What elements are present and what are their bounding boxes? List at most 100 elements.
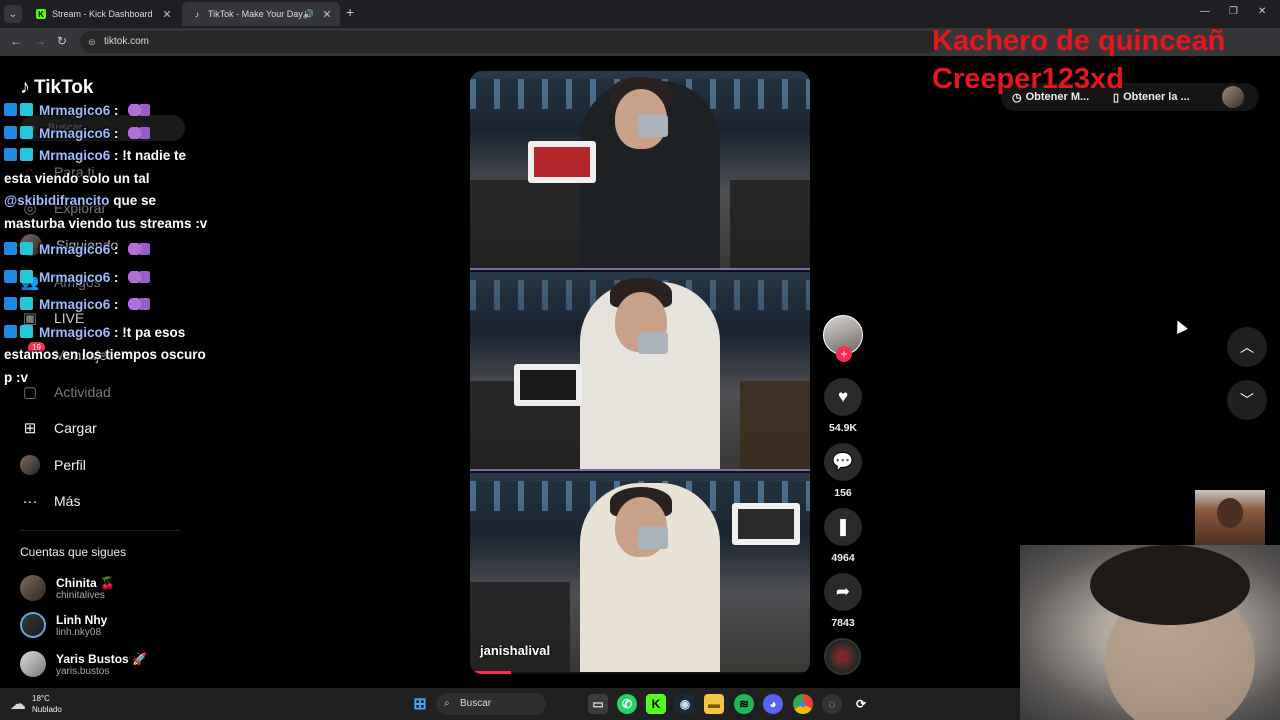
chat-message: Mrmagico6 : [4, 100, 209, 123]
close-tab-icon[interactable]: ✕ [320, 8, 334, 21]
discord-icon[interactable]: ◕ [763, 694, 783, 714]
taskbar-search-input[interactable]: ⌕ Buscar [436, 693, 546, 715]
kick-icon: K [36, 9, 46, 19]
chat-message: Mrmagico6 : [4, 123, 209, 146]
next-video-button[interactable]: ﹀ [1227, 380, 1267, 420]
sidebar-item-cargar[interactable]: ⊞ Cargar [20, 416, 97, 440]
more-icon: ··· [22, 492, 38, 510]
new-tab-button[interactable]: + [346, 4, 354, 20]
close-window-icon[interactable]: ✕ [1258, 6, 1266, 17]
chat-message: Mrmagico6 : [4, 267, 209, 290]
tab-title: TikTok - Make Your Day [208, 9, 303, 19]
spotify-icon[interactable]: ≋ [734, 694, 754, 714]
upload-icon: ⊞ [23, 420, 37, 437]
weather-temp: 18°C [32, 694, 50, 703]
minimize-icon[interactable]: — [1200, 6, 1210, 17]
account-name: Chinita [56, 575, 97, 590]
save-count: 4964 [831, 552, 855, 564]
kick-icon[interactable]: K [646, 694, 666, 714]
video-author-name[interactable]: janishalival [480, 643, 550, 658]
following-account-yaris-bustos[interactable]: Yaris Bustos 🚀 yaris.bustos [20, 651, 147, 677]
account-name: Yaris Bustos [56, 651, 129, 666]
music-disc-icon[interactable] [824, 638, 861, 675]
comment-icon: 💬 [824, 443, 862, 481]
search-icon: ⌕ [444, 698, 450, 709]
url-field[interactable]: ⊜ tiktok.com [80, 31, 940, 53]
profile-avatar [20, 455, 40, 475]
following-section-title: Cuentas que sigues [20, 545, 127, 559]
mouse-cursor-icon [1172, 318, 1188, 334]
following-account-chinita[interactable]: Chinita 🍒 chinitalives [20, 575, 115, 601]
emote-icon [128, 270, 151, 283]
stream-chat-overlay: Mrmagico6 : Mrmagico6 : Mrmagico6 : !t n… [4, 100, 209, 389]
avatar [20, 575, 46, 601]
chat-badge-icons [4, 103, 34, 116]
tiktok-icon: ♪ [20, 76, 30, 98]
chat-message: Mrmagico6 : [4, 294, 209, 317]
chevron-up-icon: ︿ [1240, 339, 1254, 355]
emote-icon [128, 104, 151, 116]
tab-tiktok[interactable]: ♪ TikTok - Make Your Day 🔊 ✕ [182, 2, 340, 26]
folder-icon[interactable]: ▬ [704, 694, 724, 714]
sidebar-item-label: Cargar [54, 420, 97, 436]
sidebar-item-perfil[interactable]: Perfil [20, 453, 86, 477]
like-count: 54.9K [828, 422, 858, 434]
forward-icon[interactable]: → [34, 34, 46, 48]
sidebar-item-mas[interactable]: ··· Más [20, 489, 81, 513]
save-button[interactable]: ❚ 4964 [823, 508, 863, 564]
video-player[interactable]: janishalival [470, 71, 810, 674]
logo-text: TikTok [34, 76, 94, 98]
close-tab-icon[interactable]: ✕ [160, 8, 174, 21]
account-name: Linh Nhy [56, 612, 108, 627]
chat-badge-icons [4, 125, 34, 139]
tab-kick-dashboard[interactable]: K Stream - Kick Dashboard ✕ [26, 2, 180, 26]
weather-widget[interactable]: ☁ 18°C Nublado [10, 693, 62, 715]
chevron-down-icon: ﹀ [1240, 392, 1254, 408]
overlay-line: Kachero de quinceañ [932, 25, 1226, 57]
previous-video-button[interactable]: ︿ [1227, 327, 1267, 367]
chat-username: Mrmagico6 [39, 297, 111, 312]
chat-message: Mrmagico6 : !t nadie te esta viendo solo… [4, 148, 208, 231]
whatsapp-icon[interactable]: ✆ [617, 694, 637, 714]
cloud-icon: ☁ [10, 696, 26, 713]
steam-icon[interactable]: ◉ [675, 694, 695, 714]
webcam-overlay [1020, 545, 1280, 720]
obs-icon[interactable]: ◌ [822, 694, 842, 714]
back-icon[interactable]: ← [10, 34, 22, 48]
follow-plus-icon[interactable]: + [836, 346, 852, 362]
speaker-icon[interactable]: 🔊 [303, 9, 314, 20]
account-handle: chinitalives [56, 589, 105, 601]
chat-badge-icons [4, 324, 34, 338]
account-handle: linh.nky08 [56, 626, 102, 638]
tab-search-button[interactable]: ⌄ [4, 5, 22, 23]
rocket-icon: 🚀 [132, 651, 147, 666]
chat-username: Mrmagico6 [39, 125, 111, 141]
sidebar-item-label: Perfil [54, 457, 86, 473]
task-view-icon[interactable]: ▭ [588, 694, 608, 714]
sidebar-divider [20, 530, 180, 531]
following-account-linh-nhy[interactable]: Linh Nhy linh.nky08 [20, 612, 107, 638]
site-info-icon[interactable]: ⊜ [88, 31, 96, 53]
emote-icon [128, 298, 151, 310]
overlay-line: Creeper123xd [932, 63, 1124, 95]
like-button[interactable]: ♥ 54.9K [823, 378, 863, 434]
tiktok-logo[interactable]: ♪ TikTok [20, 76, 93, 99]
url-text: tiktok.com [104, 36, 150, 47]
video-frame-panel [470, 272, 810, 471]
share-button[interactable]: ➦ 7843 [823, 573, 863, 629]
windows-start-icon[interactable]: ⊞ [410, 694, 430, 714]
reload-icon[interactable]: ↻ [57, 34, 67, 48]
sidebar-item-label: Más [54, 493, 81, 509]
chat-badge-icons [4, 269, 34, 283]
chat-username: Mrmagico6 [39, 148, 111, 163]
video-progress-bar[interactable] [470, 671, 511, 674]
comment-button[interactable]: 💬 156 [823, 443, 863, 499]
tiktok-icon: ♪ [195, 9, 199, 19]
chat-badge-icons [4, 297, 34, 310]
emote-icon [128, 126, 151, 139]
maximize-icon[interactable]: ❐ [1229, 6, 1238, 17]
comment-count: 156 [834, 487, 852, 499]
sync-icon[interactable]: ⟳ [851, 694, 871, 714]
chrome-icon[interactable]: ● [793, 694, 813, 714]
windows-taskbar: ☁ 18°C Nublado ⊞ ⌕ Buscar ▭ ✆ K ◉ ▬ ≋ ◕ … [0, 688, 1020, 720]
